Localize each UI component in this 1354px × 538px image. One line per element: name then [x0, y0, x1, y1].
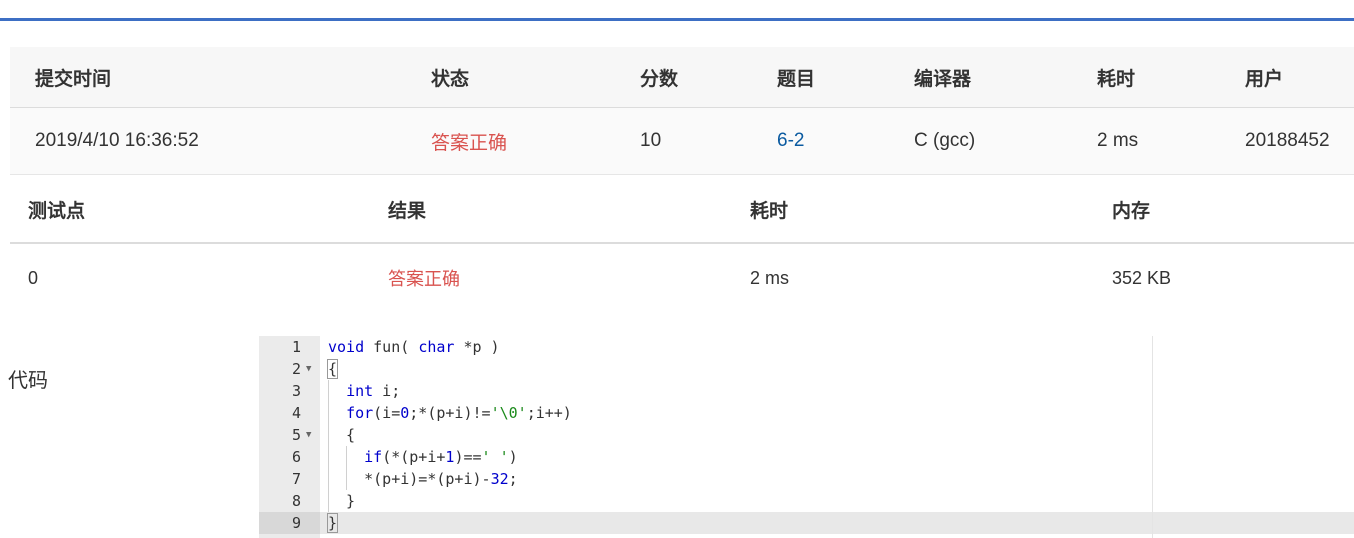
status-badge: 答案正确 — [431, 132, 508, 154]
elapsed-value: 2 ms — [1097, 130, 1139, 151]
code-line-text: if(*(p+i+1)==' ') — [364, 448, 518, 466]
line-number: 1 — [291, 338, 301, 356]
header-problem: 题目 — [777, 68, 816, 90]
header-memory: 内存 — [1112, 200, 1151, 222]
line-number: 5 — [291, 426, 301, 444]
fold-arrow-icon[interactable]: ▼ — [306, 424, 311, 446]
line-number: 8 — [291, 492, 301, 510]
header-compiler: 编译器 — [914, 68, 972, 90]
top-accent-rule — [0, 18, 1354, 21]
line-number: 7 — [291, 470, 301, 488]
code-line: 7 *(p+i)=*(p+i)-32; — [259, 468, 1354, 490]
compiler-value: C (gcc) — [914, 130, 976, 151]
code-line-text: { — [328, 426, 356, 444]
header-user: 用户 — [1245, 68, 1284, 90]
header-testcase-elapsed: 耗时 — [750, 200, 789, 222]
code-line: 1 void fun( char *p ) — [259, 336, 1354, 358]
code-line: 5 ▼ { — [259, 424, 1354, 446]
line-number: 2 — [291, 360, 301, 378]
code-line-text: void fun( char *p ) — [328, 338, 500, 356]
line-number: 9 — [291, 514, 301, 532]
fold-arrow-icon[interactable]: ▼ — [306, 358, 311, 380]
line-number: 3 — [291, 382, 301, 400]
code-line: 8 } — [259, 490, 1354, 512]
submit-time: 2019/4/10 16:36:52 — [35, 130, 199, 151]
code-line: 2 ▼ { — [259, 358, 1354, 380]
header-submit-time: 提交时间 — [35, 68, 112, 90]
code-line-text: } — [328, 492, 356, 510]
code-line: 3 int i; — [259, 380, 1354, 402]
table-row: 0 答案正确 2 ms 352 KB — [10, 244, 1354, 312]
submission-table-header: 提交时间 状态 分数 题目 编译器 耗时 用户 — [10, 47, 1354, 108]
code-line-text: *(p+i)=*(p+i)-32; — [328, 470, 518, 488]
header-result: 结果 — [388, 200, 427, 222]
code-line: 4 for(i=0;*(p+i)!='\0';i++) — [259, 402, 1354, 424]
code-line: 9 } — [259, 512, 1354, 534]
testcase-memory: 352 KB — [1112, 267, 1172, 288]
header-score: 分数 — [640, 68, 679, 90]
code-line: 6 if(*(p+i+1)==' ') — [259, 446, 1354, 468]
submission-table: 提交时间 状态 分数 题目 编译器 耗时 用户 2019/4/10 16:36:… — [10, 47, 1354, 175]
code-line-text: } — [326, 513, 339, 533]
testcase-table-header: 测试点 结果 耗时 内存 — [10, 176, 1354, 244]
submission-row: 2019/4/10 16:36:52 答案正确 10 6-2 C (gcc) 2… — [10, 108, 1354, 175]
code-line-text: { — [326, 359, 339, 379]
problem-link[interactable]: 6-2 — [777, 108, 804, 174]
testcase-id: 0 — [28, 267, 39, 288]
code-label: 代码 — [8, 370, 48, 392]
code-line-text: for(i=0;*(p+i)!='\0';i++) — [346, 404, 572, 422]
header-status: 状态 — [431, 68, 470, 90]
testcase-table: 测试点 结果 耗时 内存 0 答案正确 2 ms 352 KB — [10, 176, 1354, 312]
testcase-elapsed: 2 ms — [750, 267, 790, 288]
testcase-result: 答案正确 — [388, 269, 460, 289]
code-line-text: int i; — [346, 382, 401, 400]
line-number: 6 — [291, 448, 301, 466]
header-testcase: 测试点 — [28, 200, 86, 222]
score-value: 10 — [640, 130, 662, 151]
header-elapsed: 耗时 — [1097, 68, 1136, 90]
user-value: 20188452 — [1245, 130, 1330, 151]
code-editor[interactable]: 1 void fun( char *p ) 2 ▼ { 3 int i; 4 f… — [259, 336, 1354, 538]
line-number: 4 — [291, 404, 301, 422]
